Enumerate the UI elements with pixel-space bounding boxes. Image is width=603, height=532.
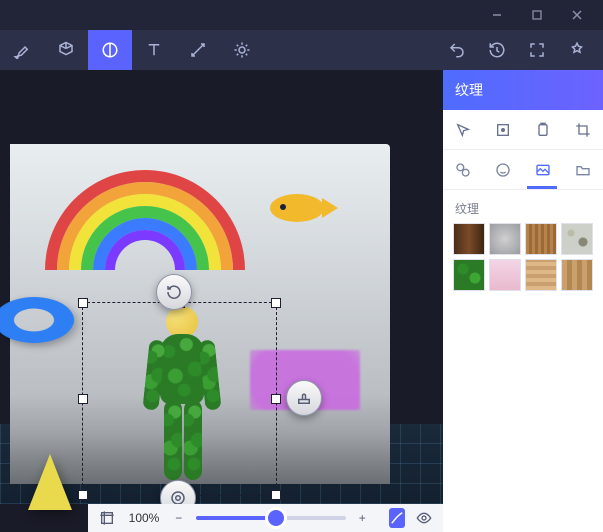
top-toolbar	[0, 30, 603, 70]
texture-pink[interactable]	[489, 259, 521, 291]
section-label: 纹理	[443, 190, 603, 223]
rotate-gizmo[interactable]	[156, 274, 192, 310]
zoom-out-button[interactable]: −	[172, 508, 186, 528]
panel-title: 纹理	[443, 70, 603, 110]
texture-leaves[interactable]	[453, 259, 485, 291]
tab-folder[interactable]	[568, 150, 598, 190]
tab-emoji[interactable]	[488, 150, 518, 190]
op-paste[interactable]	[535, 122, 551, 138]
selection-box[interactable]	[82, 302, 277, 496]
fullscreen-button[interactable]	[517, 30, 557, 70]
maximize-button[interactable]	[517, 0, 557, 30]
zoom-slider-thumb[interactable]	[268, 510, 284, 526]
close-button[interactable]	[557, 0, 597, 30]
texture-plywood[interactable]	[525, 259, 557, 291]
texture-bark[interactable]	[453, 223, 485, 255]
tool-text[interactable]	[132, 30, 176, 70]
resize-handle-se[interactable]	[271, 490, 281, 500]
tool-sticker[interactable]	[88, 30, 132, 70]
object-fish[interactable]	[270, 194, 324, 222]
undo-button[interactable]	[437, 30, 477, 70]
tab-sticker[interactable]	[448, 150, 478, 190]
resize-handle-ne[interactable]	[271, 298, 281, 308]
panel-title-text: 纹理	[455, 80, 483, 100]
minimize-button[interactable]	[477, 0, 517, 30]
tool-3d[interactable]	[44, 30, 88, 70]
history-button[interactable]	[477, 30, 517, 70]
tool-effects[interactable]	[220, 30, 264, 70]
tool-brush[interactable]	[0, 30, 44, 70]
more-button[interactable]	[557, 30, 597, 70]
op-frame[interactable]	[495, 122, 511, 138]
object-cone[interactable]	[28, 454, 72, 510]
object-rainbow[interactable]	[45, 170, 245, 290]
stamp-gizmo[interactable]	[286, 380, 322, 416]
eye-toggle[interactable]	[415, 508, 433, 528]
zoom-in-button[interactable]: +	[356, 508, 370, 528]
texture-rock[interactable]	[489, 223, 521, 255]
title-bar	[0, 0, 603, 30]
side-panel: 纹理 纹理	[443, 70, 603, 532]
panel-ops	[443, 110, 603, 150]
canvas-area[interactable]: 100% − +	[0, 70, 443, 532]
texture-pebbles[interactable]	[561, 223, 593, 255]
view-3d-toggle[interactable]	[389, 508, 405, 528]
zoom-bar: 100% − +	[88, 504, 443, 532]
texture-boards[interactable]	[561, 259, 593, 291]
crop-toggle[interactable]	[98, 508, 116, 528]
tab-texture[interactable]	[528, 150, 558, 190]
texture-wood[interactable]	[525, 223, 557, 255]
resize-handle-e[interactable]	[271, 394, 281, 404]
op-select[interactable]	[455, 122, 471, 138]
tool-canvas[interactable]	[176, 30, 220, 70]
zoom-slider[interactable]	[196, 516, 346, 520]
panel-tabs	[443, 150, 603, 190]
texture-swatches	[443, 223, 603, 303]
op-crop[interactable]	[575, 122, 591, 138]
resize-handle-nw[interactable]	[78, 298, 88, 308]
zoom-level: 100%	[126, 511, 162, 525]
resize-handle-w[interactable]	[78, 394, 88, 404]
resize-handle-sw[interactable]	[78, 490, 88, 500]
